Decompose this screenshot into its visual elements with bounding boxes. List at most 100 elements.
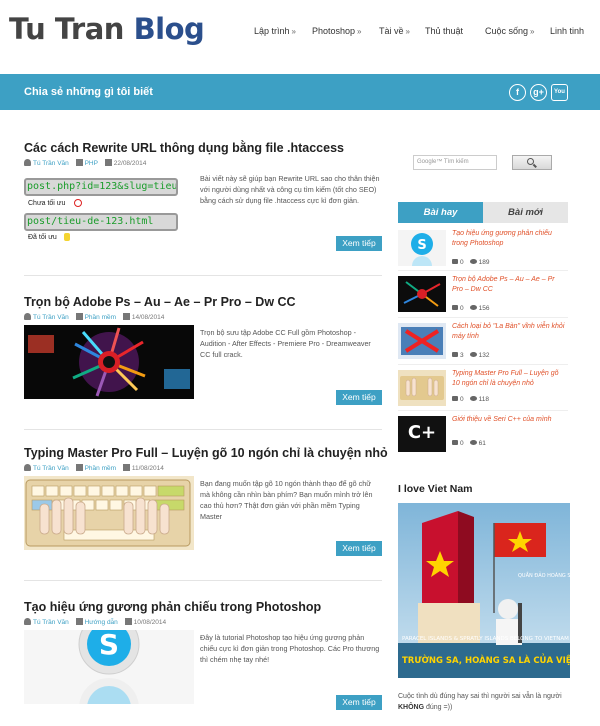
read-more-button[interactable]: Xem tiếp — [336, 236, 382, 251]
popular-divider — [398, 410, 568, 411]
nav-label: Tài về — [379, 26, 404, 36]
post-title[interactable]: Trọn bộ Adobe Ps – Au – Ae – Pr Pro – Dw… — [24, 295, 296, 309]
comment-icon — [452, 396, 458, 401]
poster-line-1: QUẦN ĐẢO HOÀNG SA — [518, 571, 570, 579]
nav-item-thu-thuat[interactable]: Thủ thuật — [425, 26, 463, 36]
read-more-button[interactable]: Xem tiếp — [336, 695, 382, 710]
nav-item-cuoc-song[interactable]: Cuộc sống» — [485, 26, 534, 36]
nav-label: Cuộc sống — [485, 26, 529, 36]
popular-post-title[interactable]: Cách loại bỏ "La Bàn" vĩnh viễn khỏi máy… — [452, 322, 566, 342]
tab-bai-moi[interactable]: Bài mới — [483, 202, 568, 223]
folder-icon — [75, 464, 83, 471]
post-item: Typing Master Pro Full – Luyện gõ 10 ngó… — [24, 446, 388, 558]
post-author[interactable]: Tú Trần Văn — [33, 314, 69, 321]
author-icon — [24, 159, 31, 166]
popular-post-item[interactable]: Typing Master Pro Full – Luyện gõ 10 ngó… — [398, 366, 568, 410]
post-thumbnail[interactable]: S — [24, 630, 194, 704]
site-header: Tu Tran Blog Lập trình» Photoshop» Tài v… — [0, 0, 600, 74]
popular-post-item[interactable]: Trọn bộ Adobe Ps – Au – Ae – Pr Pro – Dw… — [398, 272, 568, 316]
post-date: 22/08/2014 — [113, 160, 147, 167]
post-excerpt: Bạn đang muốn tập gõ 10 ngón thành thạo … — [200, 479, 373, 521]
comment-icon — [452, 352, 458, 357]
comment-icon — [452, 305, 458, 310]
poster-line-2: PARACEL ISLANDS & SPRATLY ISLANDS BELONG… — [402, 636, 569, 642]
adobe-cc-artwork — [28, 327, 190, 397]
author-icon — [24, 618, 31, 625]
tab-bai-hay[interactable]: Bài hay — [398, 202, 483, 223]
popular-post-item[interactable]: C+ Giới thiệu về Seri C++ của mình 0 61 — [398, 412, 568, 456]
views-icon — [469, 352, 477, 357]
sidebar-tabs: Bài hay Bài mới — [398, 202, 568, 223]
post-date: 14/08/2014 — [131, 314, 165, 321]
author-icon — [24, 464, 31, 471]
author-icon — [24, 313, 31, 320]
thumbs-up-icon — [64, 233, 70, 241]
post-title[interactable]: Các cách Rewrite URL thông dụng bằng fil… — [24, 141, 344, 155]
popular-divider — [398, 270, 568, 271]
nav-item-photoshop[interactable]: Photoshop» — [312, 26, 362, 36]
youtube-icon[interactable]: You — [551, 84, 568, 101]
skype-reflection-artwork: S — [78, 630, 140, 704]
vietnam-poster: QUẦN ĐẢO HOÀNG SA PARACEL ISLANDS & SPRA… — [398, 503, 570, 678]
svg-text:S: S — [417, 238, 426, 253]
comment-count: 0 — [460, 305, 464, 312]
popular-post-title[interactable]: Trọn bộ Adobe Ps – Au – Ae – Pr Pro – Dw… — [452, 275, 566, 295]
search-input[interactable]: Google™ Tìm kiếm — [413, 155, 497, 170]
post-thumbnail[interactable]: post.php?id=123&slug=tieu-de Chưa tối ưu… — [24, 171, 194, 245]
post-title[interactable]: Typing Master Pro Full – Luyện gõ 10 ngó… — [24, 446, 388, 460]
post-author[interactable]: Tú Trần Văn — [33, 465, 69, 472]
popular-post-title[interactable]: Typing Master Pro Full – Luyện gõ 10 ngó… — [452, 369, 566, 389]
post-category[interactable]: Hướng dẫn — [85, 619, 118, 626]
search-button[interactable] — [512, 155, 552, 170]
popular-post-title[interactable]: Giới thiệu về Seri C++ của mình — [452, 415, 566, 425]
post-date: 11/08/2014 — [131, 465, 164, 472]
post-category[interactable]: Phần mềm — [85, 314, 116, 321]
read-more-button[interactable]: Xem tiếp — [336, 390, 382, 405]
popular-post-item[interactable]: Cách loại bỏ "La Bàn" vĩnh viễn khỏi máy… — [398, 319, 568, 363]
nav-item-lap-trinh[interactable]: Lập trình» — [254, 26, 296, 36]
view-count: 61 — [478, 440, 486, 447]
views-icon — [469, 440, 477, 445]
caption-text: Cuộc tình dù đúng hay sai thì người sai … — [398, 693, 562, 700]
google-plus-icon[interactable]: g+ — [530, 84, 547, 101]
folder-icon — [75, 159, 83, 166]
post-author[interactable]: Tú Trần Văn — [33, 160, 69, 167]
post-item: Các cách Rewrite URL thông dụng bằng fil… — [24, 141, 382, 253]
post-meta: Tú Trần Văn Hướng dẫn 10/08/2014 — [24, 618, 166, 626]
post-category[interactable]: Phần mềm — [85, 465, 116, 472]
folder-icon — [75, 313, 83, 320]
calendar-icon — [104, 159, 112, 166]
sovereignty-poster-art: QUẦN ĐẢO HOÀNG SA PARACEL ISLANDS & SPRA… — [398, 503, 570, 678]
nav-item-linh-tinh[interactable]: Linh tinh — [550, 26, 584, 36]
popular-post-stats: 3 132 — [452, 352, 489, 359]
post-title[interactable]: Tạo hiệu ứng gương phản chiếu trong Phot… — [24, 600, 321, 614]
submenu-arrow-icon: » — [530, 27, 535, 36]
thumb-label-bad: Chưa tối ưu — [28, 200, 66, 207]
facebook-icon[interactable]: f — [509, 84, 526, 101]
thumb-url-good: post/tieu-de-123.html — [24, 213, 178, 231]
view-count: 132 — [478, 352, 490, 359]
post-excerpt: Trọn bộ sưu tập Adobe CC Full gồm Photos… — [200, 328, 371, 359]
popular-post-title[interactable]: Tạo hiệu ứng gương phản chiếu trong Phot… — [452, 229, 566, 249]
calendar-icon — [122, 313, 130, 320]
popular-divider — [398, 317, 568, 318]
popular-post-item[interactable]: S Tạo hiệu ứng gương phản chiếu trong Ph… — [398, 226, 568, 270]
post-author[interactable]: Tú Trần Văn — [33, 619, 69, 626]
views-icon — [469, 305, 477, 310]
view-count: 118 — [478, 396, 489, 403]
post-divider — [24, 429, 382, 430]
popular-post-thumb — [398, 276, 446, 312]
post-thumbnail[interactable] — [24, 476, 194, 550]
view-count: 156 — [478, 305, 490, 312]
submenu-arrow-icon: » — [405, 27, 410, 36]
nav-item-tai-ve[interactable]: Tài về» — [379, 26, 410, 36]
popular-post-stats: 0 189 — [452, 259, 489, 266]
nav-label: Photoshop — [312, 26, 356, 36]
post-category[interactable]: PHP — [85, 160, 98, 167]
popular-post-thumb — [398, 370, 446, 406]
post-meta: Tú Trần Văn Phần mềm 11/08/2014 — [24, 464, 164, 472]
popular-post-stats: 0 118 — [452, 396, 489, 403]
post-thumbnail[interactable] — [24, 325, 194, 399]
read-more-button[interactable]: Xem tiếp — [336, 541, 382, 556]
cpp-logo-text: C+ — [407, 422, 437, 443]
